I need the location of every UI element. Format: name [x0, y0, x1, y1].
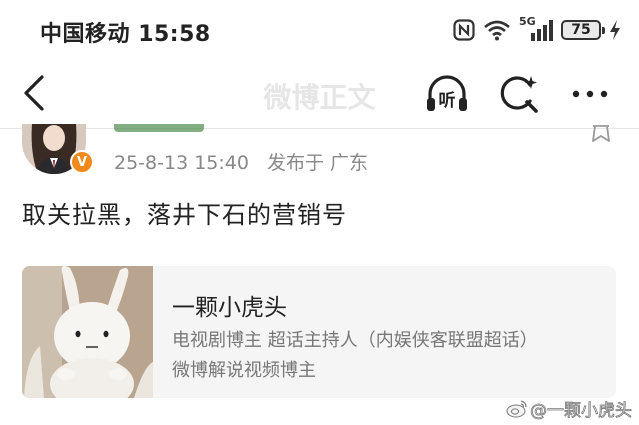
more-button[interactable] [568, 72, 612, 116]
status-icons: 5G 75 [453, 14, 621, 46]
page-title: 微博正文 [263, 81, 376, 114]
charging-bolt-icon [610, 20, 620, 40]
nav-bar: 微博正文 听 [0, 60, 639, 126]
card-description-line2: 微博解说视频博主 [172, 360, 316, 381]
carrier-time: 中国移动 15:58 [40, 16, 211, 48]
nfc-icon [453, 19, 475, 41]
post-meta: 25-8-13 15:40 发布于 广东 [114, 148, 368, 175]
ai-search-button[interactable] [497, 72, 541, 116]
favorite-star-icon[interactable] [590, 120, 612, 142]
carrier-name: 中国移动 [40, 22, 131, 47]
ai-search-icon [500, 76, 538, 113]
battery-indicator: 75 [561, 20, 605, 40]
watermark: @一颗小虎头 [506, 396, 633, 421]
wifi-icon [484, 20, 510, 41]
more-dots-icon [572, 90, 608, 98]
listen-label: 听 [438, 91, 456, 111]
weibo-logo-icon [506, 400, 527, 418]
status-bar: 中国移动 15:58 5G 75 [0, 0, 639, 60]
card-thumbnail [22, 266, 153, 398]
card-description-line1: 电视剧博主 超话主持人（内娱侠客联盟超话） [172, 330, 538, 351]
cellular-signal: 5G [519, 15, 553, 42]
battery-level: 75 [571, 22, 591, 38]
post-source: 发布于 广东 [267, 152, 369, 174]
post-text: 取关拉黑，落井下石的营销号 [22, 201, 347, 229]
signal-bars-icon [531, 20, 553, 41]
card-name: 一颗小虎头 [172, 295, 287, 321]
profile-card[interactable]: 一颗小虎头 电视剧博主 超话主持人（内娱侠客联盟超话） 微博解说视频博主 [22, 266, 616, 398]
watermark-text: @一颗小虎头 [530, 400, 633, 421]
clock: 15:58 [138, 22, 211, 47]
listen-button[interactable]: 听 [425, 72, 469, 116]
username-cropped[interactable] [114, 124, 204, 132]
verified-badge-icon: V [70, 150, 94, 174]
nav-divider [0, 128, 639, 129]
post-timestamp: 25-8-13 15:40 [114, 152, 249, 174]
